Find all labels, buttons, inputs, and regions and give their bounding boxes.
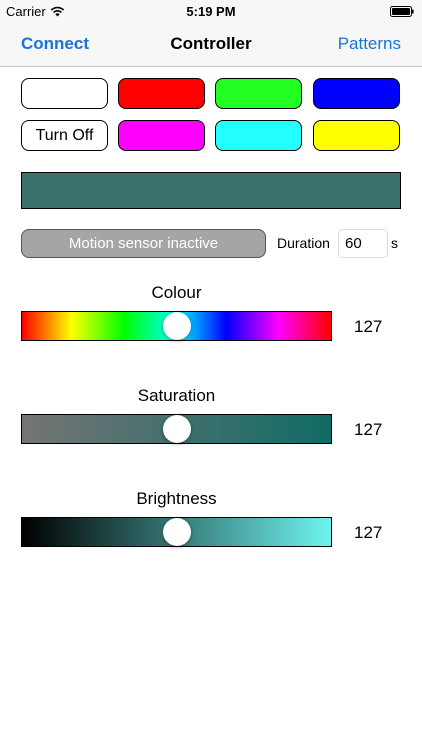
battery-icon: [390, 6, 414, 17]
status-bar: Carrier 5:19 PM: [0, 0, 422, 22]
saturation-slider[interactable]: [21, 414, 332, 444]
color-preview: [21, 172, 401, 209]
patterns-button[interactable]: Patterns: [338, 34, 401, 54]
duration-unit-label: s: [391, 235, 398, 251]
colour-value: 127: [354, 317, 383, 336]
brightness-slider-thumb[interactable]: [162, 518, 191, 546]
saturation-value: 127: [354, 420, 383, 439]
saturation-slider-thumb[interactable]: [162, 415, 191, 443]
navigation-bar: Connect Controller Patterns: [0, 22, 422, 67]
colour-slider-thumb[interactable]: [162, 312, 191, 340]
swatch-magenta-button[interactable]: [118, 120, 205, 151]
saturation-label: Saturation: [137, 386, 216, 405]
brightness-slider[interactable]: [21, 517, 332, 547]
turn-off-button[interactable]: Turn Off: [21, 120, 108, 151]
swatch-blue-button[interactable]: [313, 78, 400, 109]
brightness-value: 127: [354, 523, 383, 542]
brightness-label: Brightness: [136, 489, 217, 508]
swatch-green-button[interactable]: [215, 78, 302, 109]
swatch-red-button[interactable]: [118, 78, 205, 109]
motion-sensor-button[interactable]: Motion sensor inactive: [21, 229, 266, 258]
duration-input[interactable]: [338, 229, 388, 258]
colour-slider[interactable]: [21, 311, 332, 341]
swatch-cyan-button[interactable]: [215, 120, 302, 151]
swatch-yellow-button[interactable]: [313, 120, 400, 151]
clock: 5:19 PM: [186, 4, 236, 19]
colour-label: Colour: [151, 283, 202, 302]
duration-label: Duration: [277, 235, 330, 251]
swatch-white-button[interactable]: [21, 78, 108, 109]
